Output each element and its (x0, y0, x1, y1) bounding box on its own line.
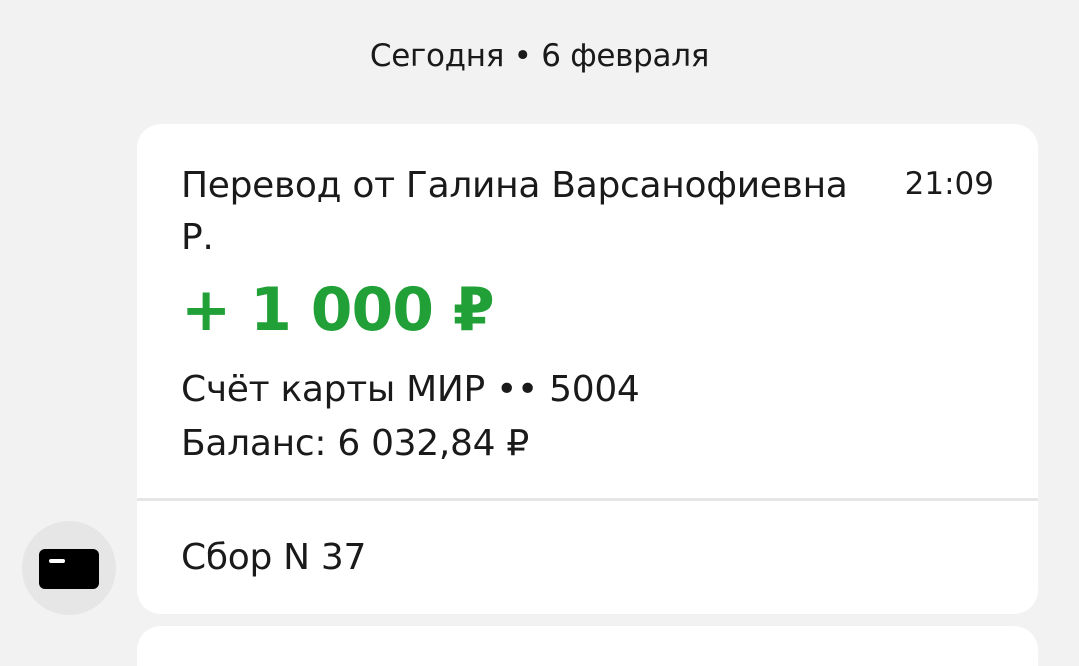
card-icon-stripe (49, 559, 65, 563)
sender-title: Перевод от Галина Варсанофиевна Р. (181, 165, 848, 258)
message-time: 21:09 (904, 166, 994, 202)
divider (137, 498, 1038, 501)
balance-info: Баланс: 6 032,84 ₽ (181, 423, 529, 464)
transfer-message-card[interactable]: Перевод от Галина Варсанофиевна Р. 21:09… (137, 124, 1038, 614)
transfer-comment: Сбор N 37 (181, 537, 367, 578)
transfer-amount: + 1 000 ₽ (181, 275, 495, 345)
sender-avatar[interactable] (22, 521, 116, 615)
card-icon (39, 549, 99, 589)
date-header: Сегодня • 6 февраля (369, 38, 710, 74)
account-info: Счёт карты МИР •• 5004 (181, 369, 640, 410)
next-message-card[interactable] (137, 626, 1038, 666)
transfer-details: Перевод от Галина Варсанофиевна Р. 21:09… (137, 124, 1038, 498)
